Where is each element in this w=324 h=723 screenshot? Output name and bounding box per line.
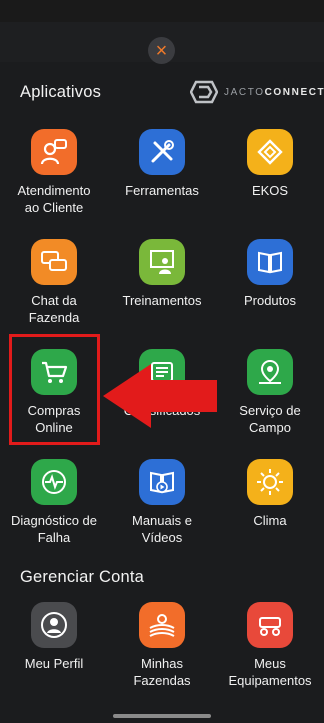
pointer-arrow-icon [103, 364, 217, 428]
app-label: Meu Perfil [24, 656, 84, 671]
farm-icon [139, 602, 185, 648]
tools-icon [139, 129, 185, 175]
app-meus-equipamentos[interactable]: Meus Equipamentos [216, 602, 324, 689]
app-diagnostico[interactable]: Diagnóstico de Falha [0, 459, 108, 546]
close-icon: × [155, 39, 168, 62]
app-minhas-fazendas[interactable]: Minhas Fazendas [108, 602, 216, 689]
app-treinamentos[interactable]: Treinamentos [108, 239, 216, 310]
training-board-icon [139, 239, 185, 285]
app-label: Produtos [243, 293, 297, 308]
app-clima[interactable]: Clima [216, 459, 324, 530]
app-manuais-videos[interactable]: Manuais e Vídeos [108, 459, 216, 546]
apps-section-title: Aplicativos [20, 83, 102, 101]
bottom-nav-bar [0, 690, 324, 723]
jactoconnect-logo-icon [190, 80, 218, 104]
chat-person-icon [31, 129, 77, 175]
app-label: Ferramentas [125, 183, 199, 198]
app-label: Serviço de Campo [239, 403, 301, 435]
manual-video-icon [139, 459, 185, 505]
app-ekos[interactable]: EKOS [216, 129, 324, 200]
highlight-box [9, 334, 100, 445]
app-label: Atendimento ao Cliente [17, 183, 91, 215]
app-label: Minhas Fazendas [133, 656, 191, 688]
chat-bubbles-icon [31, 239, 77, 285]
app-produtos[interactable]: Produtos [216, 239, 324, 310]
account-section-title: Gerenciar Conta [20, 568, 145, 586]
close-button[interactable]: × [148, 37, 175, 64]
status-bar [0, 0, 324, 22]
app-servico-campo[interactable]: Serviço de Campo [216, 349, 324, 436]
equipment-icon [247, 602, 293, 648]
jactoconnect-logo: JACTOCONNECT [190, 80, 324, 104]
app-label: Diagnóstico de Falha [11, 513, 97, 545]
app-label: Meus Equipamentos [228, 656, 312, 688]
ekos-icon [247, 129, 293, 175]
app-label: Clima [253, 513, 287, 528]
app-label: EKOS [251, 183, 289, 198]
app-label: Treinamentos [122, 293, 202, 308]
app-label: Manuais e Vídeos [132, 513, 192, 545]
home-indicator[interactable] [113, 714, 211, 718]
book-icon [247, 239, 293, 285]
app-ferramentas[interactable]: Ferramentas [108, 129, 216, 200]
brand-prefix: JACTO [224, 86, 265, 98]
brand-suffix: CONNECT [264, 86, 324, 98]
app-atendimento[interactable]: Atendimento ao Cliente [0, 129, 108, 216]
diagnostic-icon [31, 459, 77, 505]
map-pin-icon [247, 349, 293, 395]
sun-icon [247, 459, 293, 505]
profile-icon [31, 602, 77, 648]
app-chat-fazenda[interactable]: Chat da Fazenda [0, 239, 108, 326]
app-meu-perfil[interactable]: Meu Perfil [0, 602, 108, 673]
app-label: Chat da Fazenda [28, 293, 80, 325]
